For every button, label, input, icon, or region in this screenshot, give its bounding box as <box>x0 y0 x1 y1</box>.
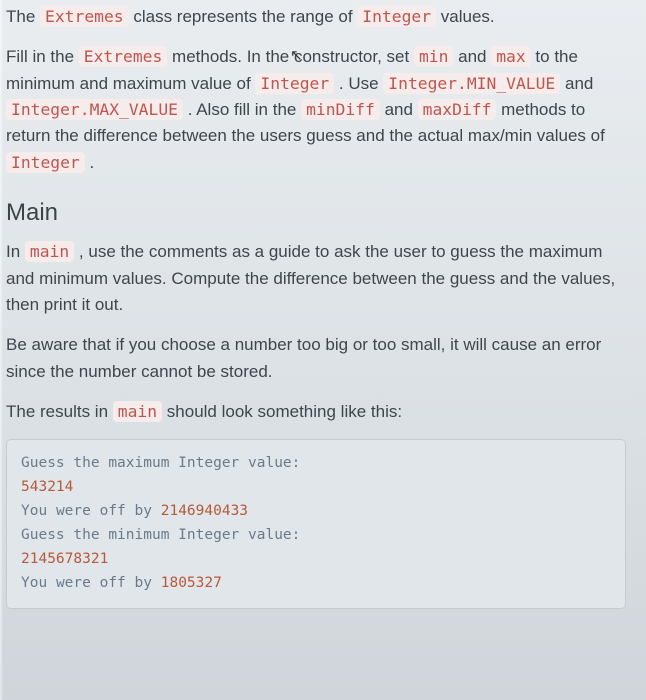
code-extremes: Extremes <box>40 6 129 27</box>
tok: off <box>100 503 126 519</box>
tok: value: <box>248 455 300 471</box>
text: Fill in the <box>6 47 79 66</box>
text: and <box>453 47 491 66</box>
exercise-page: The Extremes class represents the range … <box>0 0 646 700</box>
tok: value: <box>248 527 300 543</box>
text: methods. In the constructor, set <box>167 47 414 66</box>
intro-paragraph-1: The Extremes class represents the range … <box>6 4 626 30</box>
tok: minimum <box>108 527 169 543</box>
tok: You <box>21 503 47 519</box>
text: values. <box>436 7 495 26</box>
code-max: max <box>491 46 530 67</box>
text: and <box>380 100 418 119</box>
code-max-value: Integer.MAX_VALUE <box>6 99 183 120</box>
tok: Integer <box>178 455 239 471</box>
number-literal: 1805327 <box>161 575 222 591</box>
number-literal: 2145678321 <box>21 551 108 567</box>
code-min: min <box>414 46 453 67</box>
sample-output-block: Guess the maximum Integer value: 543214 … <box>6 439 626 609</box>
text: The results in <box>6 402 113 421</box>
tok: by <box>135 503 152 519</box>
main-paragraph-3: The results in main should look somethin… <box>6 399 626 425</box>
text: The <box>6 7 40 26</box>
code-main: main <box>113 401 162 422</box>
main-paragraph-1: In main , use the comments as a guide to… <box>6 239 626 318</box>
tok: You <box>21 575 47 591</box>
tok: the <box>73 527 99 543</box>
code-integer: Integer <box>357 6 436 27</box>
number-literal: 543214 <box>21 479 73 495</box>
tok: the <box>73 455 99 471</box>
text: and <box>560 74 593 93</box>
code-min-value: Integer.MIN_VALUE <box>383 73 560 94</box>
section-heading-main: Main <box>6 194 626 231</box>
tok: by <box>135 575 152 591</box>
text: class represents the range of <box>129 7 358 26</box>
tok: Guess <box>21 455 65 471</box>
tok: Integer <box>178 527 239 543</box>
text: . Also fill in the <box>183 100 301 119</box>
text: . Use <box>334 74 383 93</box>
main-paragraph-2: Be aware that if you choose a number too… <box>6 332 626 385</box>
text: . <box>85 153 94 172</box>
text: should look something like this: <box>162 402 402 421</box>
tok: maximum <box>108 455 169 471</box>
intro-paragraph-2: Fill in the Extremes methods. In the con… <box>6 44 626 176</box>
number-literal: 2146940433 <box>161 503 248 519</box>
code-integer: Integer <box>6 152 85 173</box>
tok: were <box>56 575 91 591</box>
tok: off <box>100 575 126 591</box>
tok: Guess <box>21 527 65 543</box>
tok: were <box>56 503 91 519</box>
code-mindiff: minDiff <box>301 99 380 120</box>
code-extremes: Extremes <box>79 46 168 67</box>
code-main: main <box>25 241 74 262</box>
code-maxdiff: maxDiff <box>418 99 497 120</box>
text: In <box>6 242 25 261</box>
text: , use the comments as a guide to ask the… <box>6 242 615 314</box>
code-integer: Integer <box>255 73 334 94</box>
